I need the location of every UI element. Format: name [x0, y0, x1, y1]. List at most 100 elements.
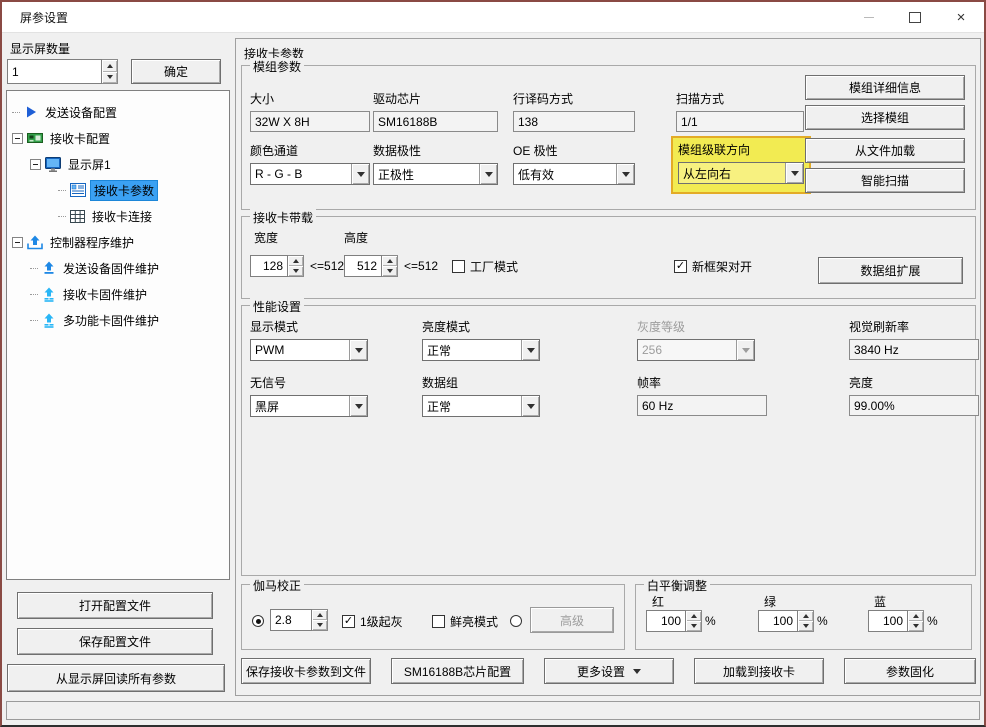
firmware-upload-icon: [42, 313, 56, 328]
tree-item-send-device-config[interactable]: 发送设备配置: [7, 99, 229, 125]
gray1-checkbox[interactable]: 1级起灰: [342, 613, 403, 630]
chevron-down-icon[interactable]: [351, 164, 369, 184]
screen-count-input[interactable]: 1: [7, 59, 102, 84]
gamma-input[interactable]: 2.8: [270, 609, 312, 631]
row-decode-field: 138: [513, 111, 635, 132]
chevron-down-icon[interactable]: [349, 396, 367, 416]
spin-up-icon[interactable]: [382, 256, 397, 266]
tree-item-display-screen-1[interactable]: 显示屏1: [7, 151, 229, 177]
close-button[interactable]: ×: [938, 2, 984, 32]
green-stepper[interactable]: 100: [758, 610, 814, 632]
spin-up-icon[interactable]: [908, 611, 923, 621]
more-settings-button[interactable]: 更多设置: [544, 658, 674, 684]
tree-item-send-device-firmware[interactable]: 发送设备固件维护: [7, 255, 229, 281]
load-from-file-button[interactable]: 从文件加载: [805, 138, 965, 163]
blue-input[interactable]: 100: [868, 610, 908, 632]
blue-stepper[interactable]: 100: [868, 610, 924, 632]
save-params-to-file-button[interactable]: 保存接收卡参数到文件: [241, 658, 371, 684]
spin-down-icon[interactable]: [908, 621, 923, 631]
chevron-down-icon[interactable]: [521, 340, 539, 360]
height-stepper[interactable]: 512: [344, 255, 398, 277]
module-detail-info-button[interactable]: 模组详细信息: [805, 75, 965, 100]
open-config-file-button[interactable]: 打开配置文件: [17, 592, 213, 619]
collapse-icon[interactable]: [12, 133, 23, 144]
chevron-down-icon[interactable]: [616, 164, 634, 184]
advanced-button: 高级: [530, 607, 614, 633]
gray1-label: 1级起灰: [360, 613, 403, 630]
red-stepper[interactable]: 100: [646, 610, 702, 632]
tree-connector: [30, 268, 38, 269]
height-input[interactable]: 512: [344, 255, 382, 277]
tree-item-receiving-card-firmware[interactable]: 接收卡固件维护: [7, 281, 229, 307]
load-to-card-button[interactable]: 加载到接收卡: [694, 658, 824, 684]
maximize-button[interactable]: [892, 2, 938, 32]
no-signal-select[interactable]: 黑屏: [250, 395, 368, 417]
spin-down-icon[interactable]: [686, 621, 701, 631]
tree-item-label: 接收卡配置: [47, 129, 113, 148]
checkbox-icon: [452, 260, 465, 273]
select-module-button[interactable]: 选择模组: [805, 105, 965, 130]
minimize-icon: [864, 17, 874, 18]
spin-up-icon[interactable]: [288, 256, 303, 266]
tree-item-multifunction-card-firmware[interactable]: 多功能卡固件维护: [7, 307, 229, 333]
status-bar: [6, 701, 980, 720]
chevron-down-icon[interactable]: [479, 164, 497, 184]
gamma-value-radio[interactable]: [252, 615, 264, 627]
solidify-params-button[interactable]: 参数固化: [844, 658, 976, 684]
gamma-advanced-radio[interactable]: [510, 615, 522, 627]
collapse-icon[interactable]: [30, 159, 41, 170]
tree-item-controller-maintenance[interactable]: 控制器程序维护: [7, 229, 229, 255]
spin-up-icon[interactable]: [312, 610, 327, 620]
save-config-file-button[interactable]: 保存配置文件: [17, 628, 213, 655]
controller-maintain-icon: [27, 235, 43, 250]
chip-config-button[interactable]: SM16188B芯片配置: [391, 658, 524, 684]
tree-item-receiving-card-connection[interactable]: 接收卡连接: [7, 203, 229, 229]
maximize-icon: [909, 12, 921, 23]
spin-down-icon[interactable]: [288, 266, 303, 276]
spin-down-icon[interactable]: [382, 266, 397, 276]
tree-connector: [58, 190, 66, 191]
group-title: 性能设置: [250, 298, 304, 315]
green-input[interactable]: 100: [758, 610, 798, 632]
spin-down-icon[interactable]: [798, 621, 813, 631]
data-group-select[interactable]: 正常: [422, 395, 540, 417]
window-title: 屏参设置: [20, 9, 68, 26]
close-icon: ×: [957, 10, 966, 25]
width-stepper[interactable]: 128: [250, 255, 304, 277]
gray-level-label: 灰度等级: [637, 318, 755, 335]
data-group-expand-button[interactable]: 数据组扩展: [818, 257, 963, 284]
vivid-mode-checkbox[interactable]: 鲜亮模式: [432, 613, 498, 630]
tree-item-receiving-card-config[interactable]: 接收卡配置: [7, 125, 229, 151]
spin-up-icon[interactable]: [798, 611, 813, 621]
width-input[interactable]: 128: [250, 255, 288, 277]
tree-item-receiving-card-params[interactable]: 接收卡参数: [7, 177, 229, 203]
screen-count-stepper[interactable]: 1: [7, 59, 118, 84]
smart-scan-button[interactable]: 智能扫描: [805, 168, 965, 193]
new-frame-checkbox[interactable]: 新框架对开: [674, 258, 752, 275]
color-channel-select[interactable]: R - G - B: [250, 163, 370, 185]
data-polarity-select[interactable]: 正极性: [373, 163, 498, 185]
red-input[interactable]: 100: [646, 610, 686, 632]
chevron-down-icon[interactable]: [521, 396, 539, 416]
spin-down-icon[interactable]: [312, 620, 327, 630]
oe-polarity-select[interactable]: 低有效: [513, 163, 635, 185]
gamma-stepper[interactable]: 2.8: [270, 609, 328, 631]
module-params-group: 模组参数 大小 32W X 8H 驱动芯片 SM16188B 行译码方式 138…: [241, 65, 976, 210]
chevron-down-icon[interactable]: [785, 163, 803, 183]
spin-up-icon[interactable]: [102, 60, 117, 72]
tree-item-label: 显示屏1: [65, 155, 114, 174]
collapse-icon[interactable]: [12, 237, 23, 248]
performance-group: 性能设置 显示模式 PWM 亮度模式 正常 灰度等级 256 视觉刷新率 384…: [241, 305, 976, 576]
spin-down-icon[interactable]: [102, 72, 117, 84]
ok-button[interactable]: 确定: [131, 59, 221, 84]
readback-all-params-button[interactable]: 从显示屏回读所有参数: [7, 664, 225, 692]
chevron-down-icon[interactable]: [349, 340, 367, 360]
checkbox-icon: [342, 615, 355, 628]
minimize-button[interactable]: [846, 2, 892, 32]
brightness-mode-select[interactable]: 正常: [422, 339, 540, 361]
display-mode-select[interactable]: PWM: [250, 339, 368, 361]
cascade-direction-select[interactable]: 从左向右: [678, 162, 804, 184]
spin-up-icon[interactable]: [686, 611, 701, 621]
factory-mode-checkbox[interactable]: 工厂模式: [452, 258, 518, 275]
data-group-value: 正常: [423, 396, 521, 416]
